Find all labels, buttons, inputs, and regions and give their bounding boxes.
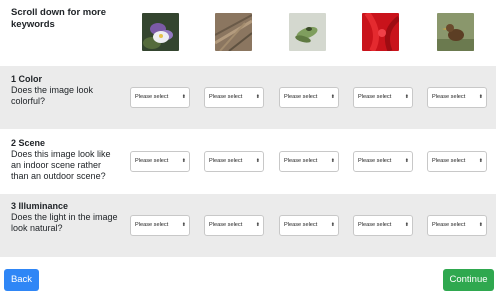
chevron-updown-icon: ⬍ [330, 158, 335, 164]
illuminance-select-3[interactable]: Please select ⬍ [279, 215, 339, 236]
color-select-1[interactable]: Please select ⬍ [130, 87, 190, 108]
insect-on-leaves-image [289, 13, 326, 51]
continue-button[interactable]: Continue [443, 269, 494, 291]
chevron-updown-icon: ⬍ [255, 158, 260, 164]
bird-in-grass-image [437, 13, 474, 51]
chevron-updown-icon: ⬍ [181, 222, 186, 228]
illuminance-select-4[interactable]: Please select ⬍ [353, 215, 413, 236]
scroll-hint: Scroll down for more keywords [11, 7, 107, 30]
chevron-updown-icon: ⬍ [478, 158, 483, 164]
chevron-updown-icon: ⬍ [404, 222, 409, 228]
illuminance-select-5[interactable]: Please select ⬍ [427, 215, 487, 236]
question-title: 3 Illuminance [11, 201, 69, 211]
grass-plants-image [215, 13, 252, 51]
question-text: Does this image look like an indoor scen… [11, 149, 111, 181]
scene-select-5[interactable]: Please select ⬍ [427, 151, 487, 172]
scene-select-1[interactable]: Please select ⬍ [130, 151, 190, 172]
question-color: 1 Color Does the image look colorful? [11, 74, 121, 107]
chevron-updown-icon: ⬍ [255, 94, 260, 100]
back-button[interactable]: Back [4, 269, 39, 291]
question-illuminance: 3 Illuminance Does the light in the imag… [11, 201, 121, 234]
chevron-updown-icon: ⬍ [330, 94, 335, 100]
chevron-updown-icon: ⬍ [181, 94, 186, 100]
color-select-2[interactable]: Please select ⬍ [204, 87, 264, 108]
scene-select-4[interactable]: Please select ⬍ [353, 151, 413, 172]
scene-select-2[interactable]: Please select ⬍ [204, 151, 264, 172]
question-text: Does the light in the image look natural… [11, 212, 118, 233]
question-title: 2 Scene [11, 138, 46, 148]
illuminance-select-1[interactable]: Please select ⬍ [130, 215, 190, 236]
chevron-updown-icon: ⬍ [181, 158, 186, 164]
red-flower-image [362, 13, 399, 51]
scene-select-3[interactable]: Please select ⬍ [279, 151, 339, 172]
purple-flower-image [142, 13, 179, 51]
chevron-updown-icon: ⬍ [478, 94, 483, 100]
question-row-color: 1 Color Does the image look colorful? Pl… [0, 66, 496, 129]
color-select-5[interactable]: Please select ⬍ [427, 87, 487, 108]
chevron-updown-icon: ⬍ [330, 222, 335, 228]
color-select-3[interactable]: Please select ⬍ [279, 87, 339, 108]
color-select-4[interactable]: Please select ⬍ [353, 87, 413, 108]
chevron-updown-icon: ⬍ [404, 94, 409, 100]
illuminance-select-2[interactable]: Please select ⬍ [204, 215, 264, 236]
question-row-scene: 2 Scene Does this image look like an ind… [0, 129, 496, 194]
chevron-updown-icon: ⬍ [478, 222, 483, 228]
question-title: 1 Color [11, 74, 43, 84]
question-text: Does the image look colorful? [11, 85, 94, 106]
question-row-illuminance: 3 Illuminance Does the light in the imag… [0, 194, 496, 257]
question-scene: 2 Scene Does this image look like an ind… [11, 138, 121, 182]
chevron-updown-icon: ⬍ [255, 222, 260, 228]
chevron-updown-icon: ⬍ [404, 158, 409, 164]
